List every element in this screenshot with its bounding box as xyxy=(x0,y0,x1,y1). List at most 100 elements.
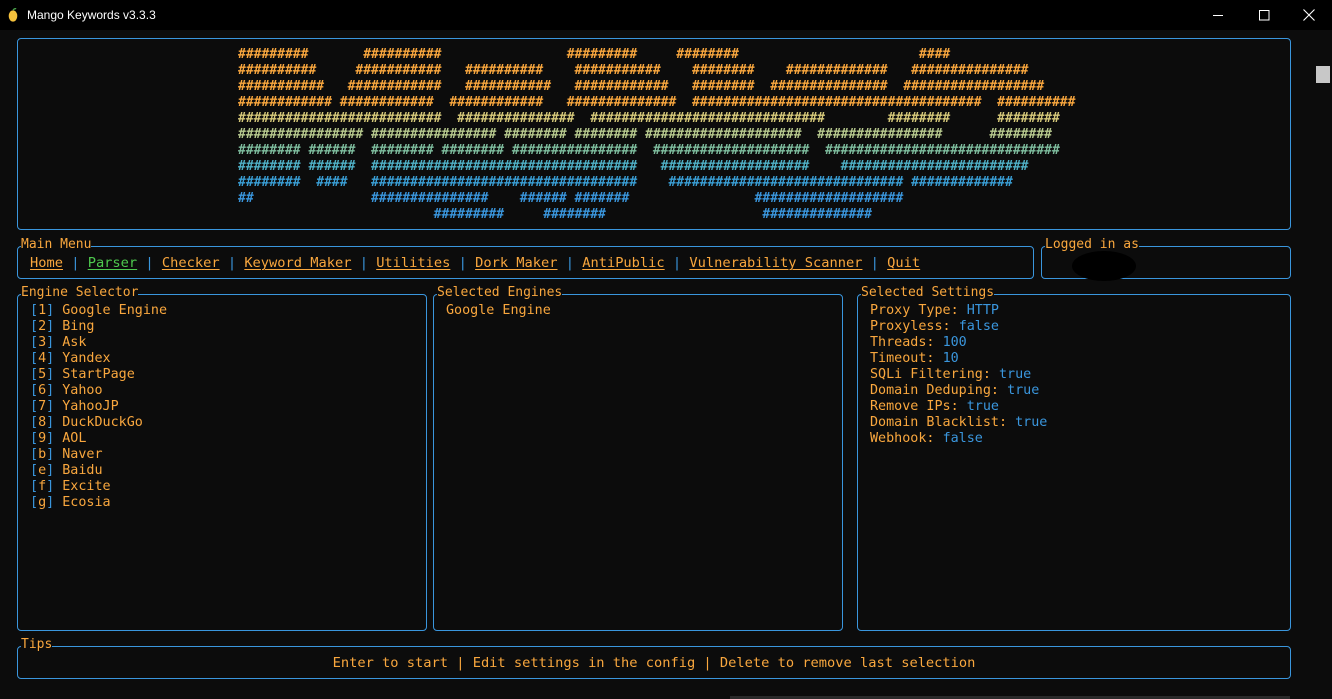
menu-separator: | xyxy=(219,255,245,271)
setting-value: true xyxy=(1007,383,1040,398)
engine-name: Excite xyxy=(62,479,111,494)
engine-key-bracket-open: [ xyxy=(30,303,39,318)
settings-list: Proxy Type: HTTP Proxyless: false Threads:… xyxy=(870,303,1047,447)
engine-option[interactable]: [2] Bing xyxy=(30,319,167,335)
minimize-icon xyxy=(1212,14,1223,16)
engine-selector-panel: Engine Selector [1] Google Engine [2] Bin… xyxy=(17,285,427,631)
title-bar: Mango Keywords v3.3.3 xyxy=(0,0,1332,30)
setting-row: Proxy Type: HTTP xyxy=(870,303,1047,319)
setting-value: 100 xyxy=(942,335,967,350)
engine-option[interactable]: [8] DuckDuckGo xyxy=(30,415,167,431)
engine-key: f xyxy=(38,479,47,494)
engine-key-bracket-open: [ xyxy=(30,431,39,446)
scrollbar-thumb[interactable] xyxy=(1316,66,1330,83)
ascii-logo-line: ######## #### ##########################… xyxy=(238,175,1013,190)
engine-key: 7 xyxy=(38,399,47,414)
engine-key-bracket-close: ] xyxy=(46,431,63,446)
ascii-banner-panel: ######### ########## ######### ######## … xyxy=(17,38,1291,230)
engine-key: 5 xyxy=(38,367,47,382)
engine-option[interactable]: [5] StartPage xyxy=(30,367,167,383)
maximize-icon xyxy=(1258,9,1269,20)
selected-engine-item: Google Engine xyxy=(446,303,551,318)
menu-separator: | xyxy=(351,255,377,271)
ascii-logo-line: ################ ################ ######… xyxy=(238,127,1052,142)
logged-in-panel: Logged in as xyxy=(1041,237,1291,281)
minimize-button[interactable] xyxy=(1195,0,1241,30)
setting-row: Threads: 100 xyxy=(870,335,1047,351)
menu-item-utilities[interactable]: Utilities xyxy=(376,255,450,271)
engine-option[interactable]: [9] AOL xyxy=(30,431,167,447)
engine-option[interactable]: [1] Google Engine xyxy=(30,303,167,319)
menu-separator: | xyxy=(664,255,690,271)
mango-app-icon xyxy=(8,8,18,22)
engine-option[interactable]: [f] Excite xyxy=(30,479,167,495)
setting-row: Remove IPs: true xyxy=(870,399,1047,415)
ascii-logo-line: ######### ######## ############## xyxy=(238,207,872,222)
selected-engines-list: Google Engine xyxy=(446,303,551,319)
engine-name: YahooJP xyxy=(62,399,119,414)
menu-separator: | xyxy=(137,255,162,271)
engine-key: 9 xyxy=(38,431,47,446)
engine-option[interactable]: [e] Baidu xyxy=(30,463,167,479)
selected-settings-title: Selected Settings xyxy=(861,285,995,301)
menu-item-vulnerability-scanner[interactable]: Vulnerability Scanner xyxy=(689,255,862,271)
engine-key-bracket-open: [ xyxy=(30,399,39,414)
engine-selector-title: Engine Selector xyxy=(21,285,139,301)
engine-option[interactable]: [4] Yandex xyxy=(30,351,167,367)
menu-item-antipublic[interactable]: AntiPublic xyxy=(582,255,664,271)
setting-value: HTTP xyxy=(966,303,999,318)
setting-value: true xyxy=(999,367,1032,382)
menu-item-parser[interactable]: Parser xyxy=(88,255,137,271)
engine-key: 4 xyxy=(38,351,47,366)
vertical-scrollbar[interactable] xyxy=(1314,30,1332,699)
setting-value: true xyxy=(966,399,999,414)
setting-row: Domain Blacklist: true xyxy=(870,415,1047,431)
ascii-logo-line: ######## ###### ######## ######## ######… xyxy=(238,143,1060,158)
ascii-logo-line: ## ############### ###### ####### ######… xyxy=(238,191,904,206)
engine-key: 2 xyxy=(38,319,47,334)
setting-row: Timeout: 10 xyxy=(870,351,1047,367)
maximize-button[interactable] xyxy=(1241,0,1287,30)
engine-key-bracket-close: ] xyxy=(46,319,63,334)
setting-label: Domain Blacklist: xyxy=(870,415,1008,430)
engine-key-bracket-close: ] xyxy=(46,463,63,478)
ascii-logo-line: ########################## #############… xyxy=(238,111,1060,126)
setting-label: Proxy Type: xyxy=(870,303,959,318)
menu-item-home[interactable]: Home xyxy=(30,255,63,271)
engine-key-bracket-open: [ xyxy=(30,447,39,462)
engine-key-bracket-open: [ xyxy=(30,367,39,382)
menu-item-keyword-maker[interactable]: Keyword Maker xyxy=(244,255,351,271)
engine-key: g xyxy=(38,495,47,510)
engine-key-bracket-close: ] xyxy=(46,335,63,350)
menu-item-dork-maker[interactable]: Dork Maker xyxy=(475,255,557,271)
menu-separator: | xyxy=(450,255,476,271)
engine-key-bracket-open: [ xyxy=(30,335,39,350)
setting-label: Domain Deduping: xyxy=(870,383,999,398)
engine-key: 8 xyxy=(38,415,47,430)
engine-name: AOL xyxy=(62,431,87,446)
engine-key-bracket-open: [ xyxy=(30,463,39,478)
engine-key-bracket-open: [ xyxy=(30,495,39,510)
menu-separator: | xyxy=(62,255,88,271)
setting-label: Remove IPs: xyxy=(870,399,959,414)
ascii-logo-line: ############ ############ ############ #… xyxy=(238,95,1076,110)
engine-name: Yahoo xyxy=(62,383,103,398)
engine-list: [1] Google Engine [2] Bing [3] Ask [4] Yand… xyxy=(30,303,167,511)
selected-settings-panel: Selected Settings Proxy Type: HTTP Proxyl… xyxy=(857,285,1291,631)
engine-name: Yandex xyxy=(62,351,111,366)
menu-separator: | xyxy=(862,255,888,271)
main-menu-bar: Home | Parser | Checker | Keyword Maker … xyxy=(30,255,920,271)
engine-key-bracket-close: ] xyxy=(46,495,63,510)
engine-option[interactable]: [b] Naver xyxy=(30,447,167,463)
window-title: Mango Keywords v3.3.3 xyxy=(27,8,156,22)
ascii-logo-line: ######## ###### ########################… xyxy=(238,159,1029,174)
setting-label: SQLi Filtering: xyxy=(870,367,991,382)
engine-option[interactable]: [7] YahooJP xyxy=(30,399,167,415)
menu-item-checker[interactable]: Checker xyxy=(162,255,220,271)
engine-option[interactable]: [g] Ecosia xyxy=(30,495,167,511)
menu-item-quit[interactable]: Quit xyxy=(887,255,920,271)
engine-key: 1 xyxy=(38,303,47,318)
engine-option[interactable]: [3] Ask xyxy=(30,335,167,351)
engine-option[interactable]: [6] Yahoo xyxy=(30,383,167,399)
close-button[interactable] xyxy=(1286,0,1332,30)
